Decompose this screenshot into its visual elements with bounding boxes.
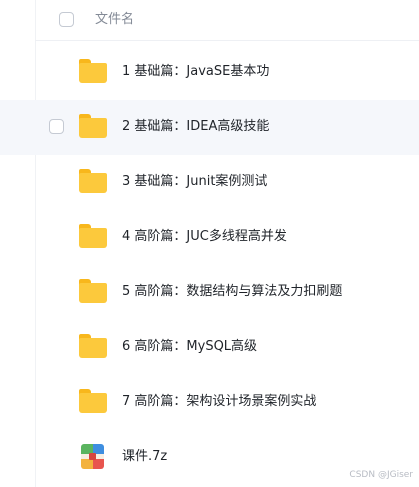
- select-all-checkbox[interactable]: [59, 12, 74, 27]
- file-name[interactable]: 5 高阶篇：数据结构与算法及力扣刷题: [122, 282, 342, 302]
- file-row[interactable]: 2 基础篇：IDEA高级技能: [0, 100, 419, 155]
- header-divider: [35, 40, 419, 41]
- folder-icon: [79, 224, 107, 250]
- file-list: 文件名 1 基础篇：JavaSE基本功 2 基础篇：IDEA高级技能 3 基础篇…: [0, 0, 419, 487]
- archive-icon: [79, 444, 107, 470]
- file-name[interactable]: 3 基础篇：Junit案例测试: [122, 172, 267, 192]
- file-name[interactable]: 课件.7z: [122, 447, 167, 467]
- file-name[interactable]: 6 高阶篇：MySQL高级: [122, 337, 257, 357]
- file-row[interactable]: 7 高阶篇：架构设计场景案例实战: [0, 375, 419, 430]
- file-row[interactable]: 4 高阶篇：JUC多线程高并发: [0, 210, 419, 265]
- file-name[interactable]: 4 高阶篇：JUC多线程高并发: [122, 227, 287, 247]
- file-row[interactable]: 5 高阶篇：数据结构与算法及力扣刷题: [0, 265, 419, 320]
- file-name[interactable]: 1 基础篇：JavaSE基本功: [122, 62, 269, 82]
- folder-icon: [79, 279, 107, 305]
- folder-icon: [79, 389, 107, 415]
- folder-icon: [79, 59, 107, 85]
- name-column-header[interactable]: 文件名: [95, 10, 134, 30]
- file-row[interactable]: 6 高阶篇：MySQL高级: [0, 320, 419, 375]
- file-name[interactable]: 2 基础篇：IDEA高级技能: [122, 117, 269, 137]
- folder-icon: [79, 334, 107, 360]
- folder-icon: [79, 169, 107, 195]
- watermark: CSDN @JGiser: [349, 470, 413, 480]
- list-header: 文件名: [0, 0, 419, 40]
- folder-icon: [79, 114, 107, 140]
- file-row[interactable]: 3 基础篇：Junit案例测试: [0, 155, 419, 210]
- row-checkbox[interactable]: [49, 119, 64, 134]
- file-name[interactable]: 7 高阶篇：架构设计场景案例实战: [122, 392, 316, 412]
- file-row[interactable]: 1 基础篇：JavaSE基本功: [0, 45, 419, 100]
